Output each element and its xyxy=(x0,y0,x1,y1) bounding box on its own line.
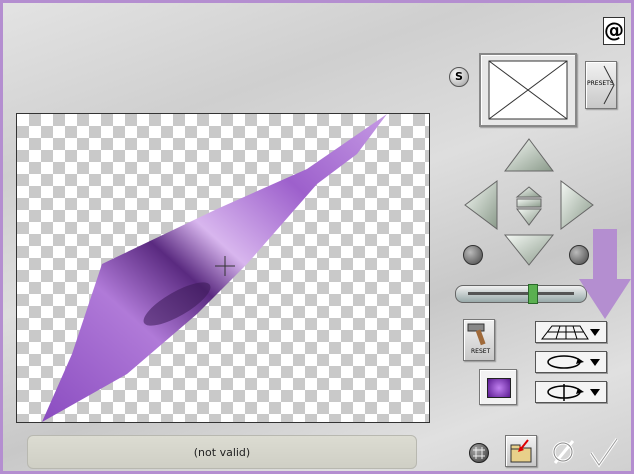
rotate-mode-dropdown[interactable] xyxy=(535,351,607,373)
shape-layer xyxy=(42,114,387,422)
distorted-shape xyxy=(42,114,387,422)
grid-lines-icon xyxy=(473,447,485,459)
checkmark-icon[interactable] xyxy=(587,435,621,469)
thumbnail-preview xyxy=(479,53,577,127)
spin-mode-dropdown[interactable] xyxy=(535,381,607,403)
purple-arrow-icon xyxy=(579,229,631,319)
plugin-window: @ S PRESETS RESET (not valid) xyxy=(0,0,634,474)
slider-track xyxy=(468,292,574,295)
zoom-slider[interactable] xyxy=(455,284,587,304)
reset-label: RESET xyxy=(471,348,491,355)
color-swatch-button[interactable] xyxy=(479,369,517,405)
spin-icon xyxy=(547,384,584,401)
grid-icon[interactable] xyxy=(469,443,489,463)
logo-icon: @ xyxy=(603,17,625,45)
small-down-button[interactable] xyxy=(516,208,542,226)
save-folder-icon xyxy=(510,439,532,463)
chevron-down-icon xyxy=(590,389,600,396)
arrow-right-button[interactable] xyxy=(560,180,594,230)
chevron-down-icon xyxy=(590,329,600,336)
s-button[interactable]: S xyxy=(449,67,469,87)
status-bar: (not valid) xyxy=(27,435,417,469)
status-text: (not valid) xyxy=(193,445,251,459)
empty-thumbnail-icon xyxy=(488,60,568,120)
arrow-up-button[interactable] xyxy=(504,138,554,172)
chevron-down-icon xyxy=(590,359,600,366)
slider-thumb[interactable] xyxy=(527,284,538,304)
grid-perspective-icon xyxy=(540,325,589,340)
center-button[interactable] xyxy=(516,198,542,208)
arrow-down-button[interactable] xyxy=(503,234,555,266)
chevron-right-icon xyxy=(603,65,615,105)
presets-button[interactable]: PRESETS xyxy=(585,61,617,109)
reset-button[interactable]: RESET xyxy=(463,319,495,361)
save-folder-button[interactable] xyxy=(505,435,537,467)
color-swatch xyxy=(487,378,511,398)
rotate-icon xyxy=(547,355,584,369)
preview-canvas[interactable] xyxy=(16,113,430,423)
arrow-left-button[interactable] xyxy=(464,180,498,230)
small-up-button[interactable] xyxy=(515,186,543,198)
hammer-icon xyxy=(467,323,486,346)
cancel-icon[interactable] xyxy=(549,437,579,467)
rotate-left-knob-icon[interactable] xyxy=(463,245,483,265)
grid-mode-dropdown[interactable] xyxy=(535,321,607,343)
